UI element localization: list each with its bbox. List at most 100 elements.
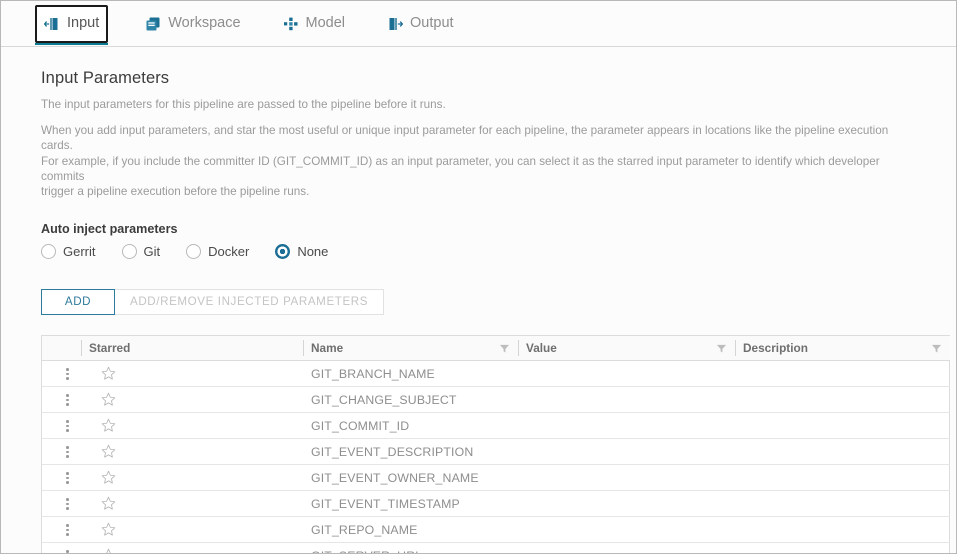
radio-none-dot <box>275 243 291 259</box>
row-name-cell[interactable]: GIT_SERVER_URL <box>303 542 518 553</box>
row-name-cell[interactable]: GIT_BRANCH_NAME <box>303 360 518 388</box>
column-header-description[interactable]: Description <box>735 335 950 362</box>
row-starred-cell <box>81 386 303 414</box>
workspace-copy-icon <box>146 17 160 30</box>
star-outline-icon[interactable] <box>101 496 116 511</box>
tab-input[interactable]: Input <box>35 4 109 45</box>
radio-docker-dot <box>186 243 202 259</box>
row-name-cell[interactable]: GIT_EVENT_OWNER_NAME <box>303 464 518 492</box>
star-outline-icon[interactable] <box>101 548 116 554</box>
table-row[interactable]: GIT_BRANCH_NAME <box>42 360 950 388</box>
row-menu-cell <box>42 542 81 553</box>
radio-none[interactable]: None <box>275 243 328 259</box>
table-row[interactable]: GIT_SERVER_URL <box>42 542 950 554</box>
tab-model[interactable]: Model <box>274 5 355 43</box>
row-value-cell[interactable] <box>518 542 735 553</box>
filter-icon[interactable] <box>716 343 727 354</box>
table-body: GIT_BRANCH_NAME GIT_CHANGE_SUBJECT GIT_C… <box>42 360 950 554</box>
row-name-cell[interactable]: GIT_EVENT_TIMESTAMP <box>303 490 518 518</box>
row-starred-cell <box>81 412 303 440</box>
star-outline-icon[interactable] <box>101 392 116 407</box>
row-menu-icon[interactable] <box>66 394 69 406</box>
page-description-line-3: trigger a pipeline execution before the … <box>41 185 310 199</box>
radio-gerrit[interactable]: Gerrit <box>41 243 96 259</box>
row-description-cell[interactable] <box>735 386 950 414</box>
star-outline-icon[interactable] <box>101 366 116 381</box>
table-header-row: Starred Name Value Description <box>42 335 950 362</box>
content-area: Input Parameters The input parameters fo… <box>1 47 956 554</box>
row-value-cell[interactable] <box>518 360 735 388</box>
column-header-description-label: Description <box>743 341 808 356</box>
auto-inject-radio-group: Gerrit Git Docker None <box>41 243 922 259</box>
row-menu-icon[interactable] <box>66 472 69 484</box>
row-starred-cell <box>81 464 303 492</box>
tab-output[interactable]: Output <box>378 5 463 43</box>
row-name-cell[interactable]: GIT_REPO_NAME <box>303 516 518 544</box>
star-outline-icon[interactable] <box>101 444 116 459</box>
row-description-cell[interactable] <box>735 412 950 440</box>
star-outline-icon[interactable] <box>101 470 116 485</box>
row-menu-icon[interactable] <box>66 498 69 510</box>
table-row[interactable]: GIT_EVENT_TIMESTAMP <box>42 490 950 518</box>
table-row[interactable]: GIT_EVENT_DESCRIPTION <box>42 438 950 466</box>
row-menu-icon[interactable] <box>66 368 69 380</box>
model-blocks-icon <box>283 17 298 30</box>
row-starred-cell <box>81 438 303 466</box>
page-description-line-1: When you add input parameters, and star … <box>41 123 889 153</box>
row-value-cell[interactable] <box>518 464 735 492</box>
row-description-cell[interactable] <box>735 542 950 553</box>
column-header-starred-label: Starred <box>89 341 131 356</box>
table-row[interactable]: GIT_CHANGE_SUBJECT <box>42 386 950 414</box>
row-menu-icon[interactable] <box>66 524 69 536</box>
radio-git[interactable]: Git <box>121 243 161 259</box>
radio-git-dot <box>121 243 137 259</box>
row-description-cell[interactable] <box>735 438 950 466</box>
row-value-cell[interactable] <box>518 438 735 466</box>
row-menu-cell <box>42 516 81 544</box>
column-header-value[interactable]: Value <box>518 335 735 362</box>
radio-gerrit-label: Gerrit <box>63 243 96 259</box>
row-name-cell[interactable]: GIT_EVENT_DESCRIPTION <box>303 438 518 466</box>
row-menu-cell <box>42 360 81 388</box>
output-panel-icon <box>389 17 404 30</box>
row-value-cell[interactable] <box>518 490 735 518</box>
auto-inject-label: Auto inject parameters <box>41 221 178 236</box>
row-starred-cell <box>81 360 303 388</box>
tab-workspace[interactable]: Workspace <box>136 5 249 43</box>
table-toolbar: ADD ADD/REMOVE INJECTED PARAMETERS <box>41 288 922 315</box>
row-name-cell[interactable]: GIT_COMMIT_ID <box>303 412 518 440</box>
column-header-name[interactable]: Name <box>303 335 518 362</box>
row-starred-cell <box>81 542 303 554</box>
parameters-table: Starred Name Value Description GIT_BRANC… <box>41 334 950 554</box>
row-description-cell[interactable] <box>735 464 950 492</box>
row-value-cell[interactable] <box>518 516 735 544</box>
filter-icon[interactable] <box>499 343 510 354</box>
star-outline-icon[interactable] <box>101 418 116 433</box>
radio-git-label: Git <box>143 243 161 259</box>
row-menu-icon[interactable] <box>66 446 69 458</box>
filter-icon[interactable] <box>931 343 942 354</box>
row-description-cell[interactable] <box>735 490 950 518</box>
row-menu-icon[interactable] <box>66 550 69 553</box>
radio-docker[interactable]: Docker <box>186 243 250 259</box>
star-outline-icon[interactable] <box>101 522 116 537</box>
tab-model-label: Model <box>305 15 346 32</box>
row-description-cell[interactable] <box>735 516 950 544</box>
add-remove-injected-parameters-button[interactable]: ADD/REMOVE INJECTED PARAMETERS <box>115 288 385 315</box>
tab-workspace-label: Workspace <box>168 15 241 32</box>
add-button[interactable]: ADD <box>41 288 115 315</box>
table-row[interactable]: GIT_COMMIT_ID <box>42 412 950 440</box>
row-name-cell[interactable]: GIT_CHANGE_SUBJECT <box>303 386 518 414</box>
row-starred-cell <box>81 516 303 544</box>
row-menu-cell <box>42 464 81 492</box>
radio-docker-label: Docker <box>208 243 250 259</box>
row-value-cell[interactable] <box>518 386 735 414</box>
row-description-cell[interactable] <box>735 360 950 388</box>
column-header-starred[interactable]: Starred <box>81 335 303 362</box>
row-value-cell[interactable] <box>518 412 735 440</box>
row-menu-icon[interactable] <box>66 420 69 432</box>
table-row[interactable]: GIT_REPO_NAME <box>42 516 950 544</box>
table-row[interactable]: GIT_EVENT_OWNER_NAME <box>42 464 950 492</box>
tab-bar: Input Workspace Model Output <box>1 1 956 47</box>
row-menu-cell <box>42 412 81 440</box>
